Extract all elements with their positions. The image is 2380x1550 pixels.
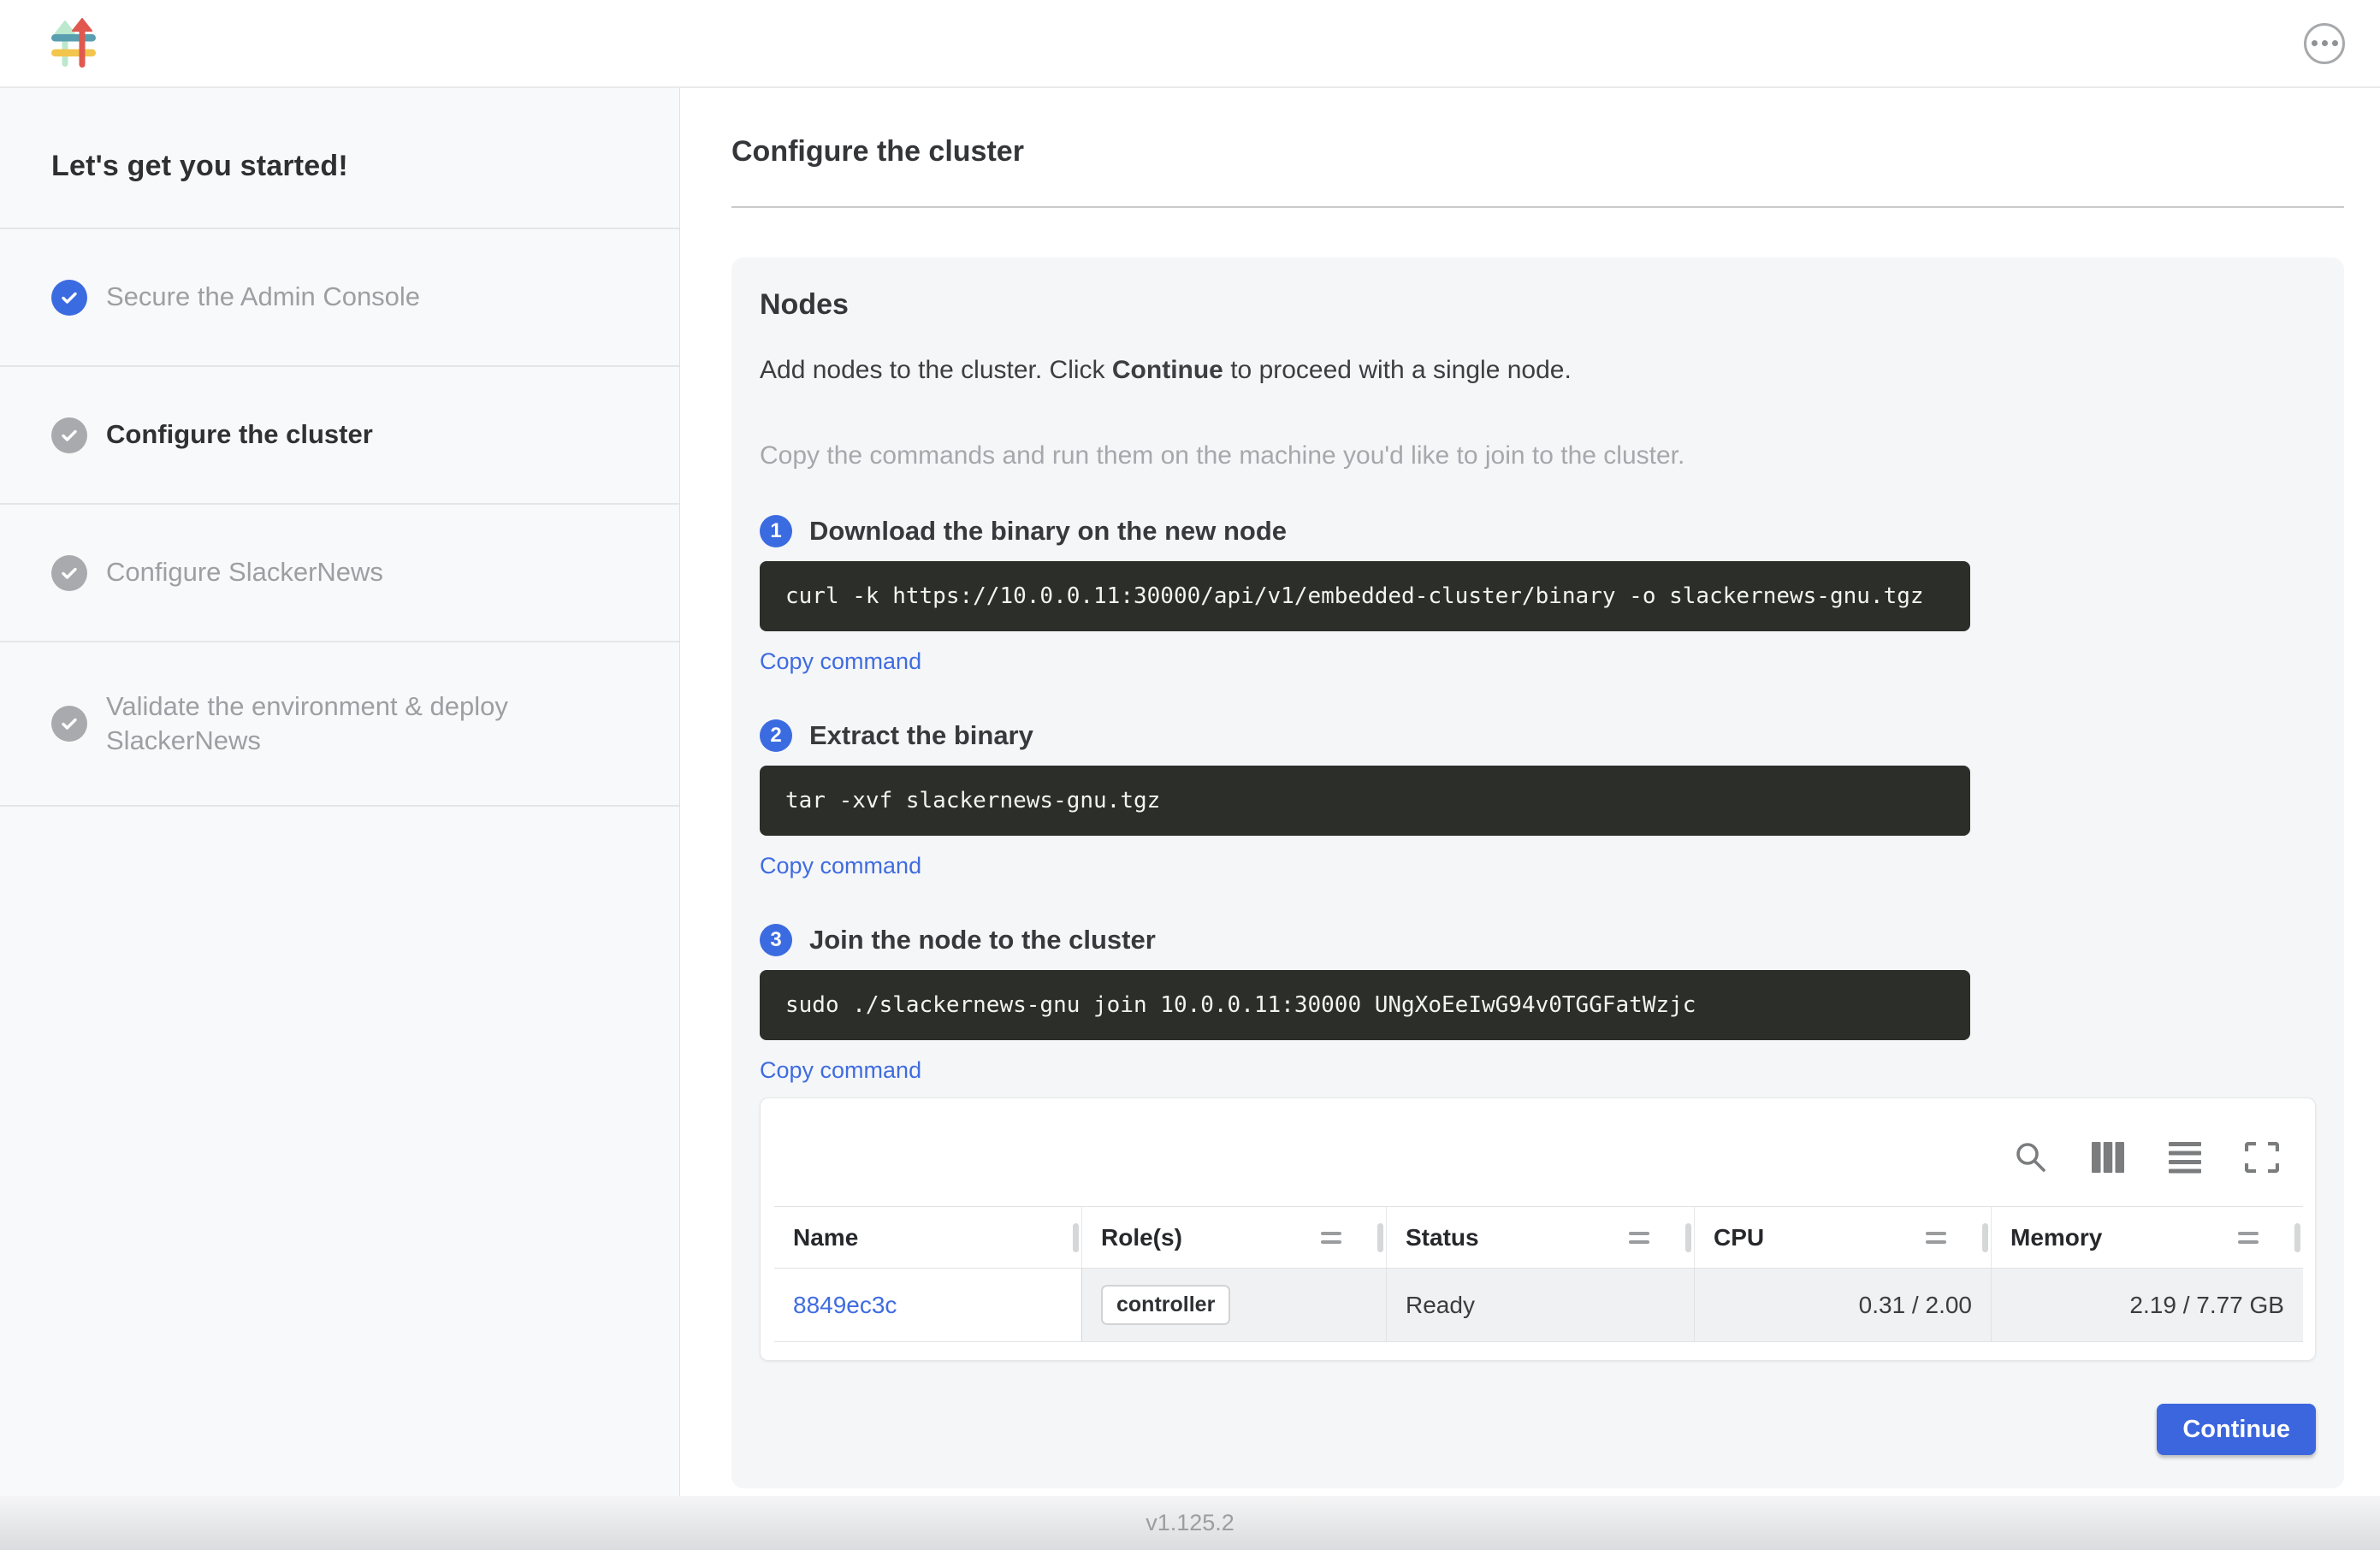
column-header-name[interactable]: Name	[774, 1207, 1082, 1268]
fullscreen-icon[interactable]	[2243, 1139, 2281, 1176]
app-header	[0, 0, 2380, 88]
sidebar-step-validate-deploy: Validate the environment & deploy Slacke…	[0, 642, 679, 807]
sidebar-step-secure-admin-console: Secure the Admin Console	[0, 229, 679, 367]
nodes-card: Nodes Add nodes to the cluster. Click Co…	[731, 257, 2344, 1488]
check-circle-complete-icon	[51, 280, 87, 316]
step-1-copy-command-link[interactable]: Copy command	[760, 648, 921, 675]
column-resize-handle[interactable]	[1685, 1223, 1691, 1252]
role-chip: controller	[1101, 1285, 1230, 1325]
column-header-cpu[interactable]: CPU	[1695, 1207, 1992, 1268]
search-icon[interactable]	[2012, 1139, 2050, 1176]
nodes-table: Name Role(s) Status	[774, 1206, 2303, 1360]
cell-node-name: 8849ec3c	[774, 1269, 1082, 1341]
step-2-number-badge: 2	[760, 719, 792, 752]
cell-node-roles: controller	[1082, 1269, 1387, 1341]
column-menu-icon[interactable]	[1926, 1232, 1946, 1244]
slackernews-logo-icon	[51, 18, 96, 69]
app-footer: v1.125.2	[0, 1496, 2380, 1550]
nodes-card-title: Nodes	[760, 288, 2316, 322]
cell-node-status: Ready	[1387, 1269, 1695, 1341]
sidebar-step-label: Validate the environment & deploy Slacke…	[106, 689, 602, 759]
page-title: Configure the cluster	[731, 135, 2344, 169]
column-header-memory[interactable]: Memory	[1992, 1207, 2303, 1268]
step-2-copy-command-link[interactable]: Copy command	[760, 853, 921, 879]
nodes-intro-text: Add nodes to the cluster. Click Continue…	[760, 356, 2316, 385]
column-menu-icon[interactable]	[1629, 1232, 1649, 1244]
view-columns-icon[interactable]	[2089, 1139, 2127, 1176]
step-2-command-code: tar -xvf slackernews-gnu.tgz	[760, 766, 1970, 836]
sidebar-step-configure-slackernews: Configure SlackerNews	[0, 505, 679, 642]
sidebar-step-label: Configure SlackerNews	[106, 555, 383, 589]
cell-node-cpu: 0.31 / 2.00	[1695, 1269, 1992, 1341]
check-circle-pending-icon	[51, 417, 87, 453]
column-resize-handle[interactable]	[2294, 1223, 2300, 1252]
column-resize-handle[interactable]	[1982, 1223, 1988, 1252]
sidebar-step-configure-cluster: Configure the cluster	[0, 367, 679, 505]
step-2-heading: 2 Extract the binary	[760, 719, 2316, 752]
more-options-button[interactable]	[2304, 23, 2345, 64]
density-icon[interactable]	[2166, 1139, 2204, 1176]
cell-node-memory: 2.19 / 7.77 GB	[1992, 1269, 2303, 1341]
ellipsis-icon	[2312, 40, 2318, 46]
sidebar-step-label: Secure the Admin Console	[106, 280, 420, 314]
step-3-heading: 3 Join the node to the cluster	[760, 924, 2316, 956]
continue-button[interactable]: Continue	[2157, 1404, 2316, 1455]
setup-steps-sidebar: Let's get you started! Secure the Admin …	[0, 88, 680, 1496]
divider	[731, 206, 2344, 208]
column-menu-icon[interactable]	[2238, 1232, 2259, 1244]
sidebar-title: Let's get you started!	[51, 150, 628, 183]
sidebar-step-label: Configure the cluster	[106, 417, 373, 452]
step-1-command-code: curl -k https://10.0.0.11:30000/api/v1/e…	[760, 561, 1970, 631]
column-header-status[interactable]: Status	[1387, 1207, 1695, 1268]
column-resize-handle[interactable]	[1377, 1223, 1383, 1252]
version-label: v1.125.2	[1146, 1510, 1234, 1536]
step-1-heading: 1 Download the binary on the new node	[760, 515, 2316, 547]
column-menu-icon[interactable]	[1321, 1232, 1341, 1244]
check-circle-pending-icon	[51, 706, 87, 742]
copy-commands-hint: Copy the commands and run them on the ma…	[760, 441, 2316, 470]
table-toolbar	[761, 1098, 2315, 1206]
main-content: Configure the cluster Nodes Add nodes to…	[680, 88, 2380, 1496]
table-row-node: 8849ec3c controller Ready 0.31 / 2.00 2.…	[774, 1269, 2303, 1342]
column-header-roles[interactable]: Role(s)	[1082, 1207, 1387, 1268]
table-footer-spacer	[774, 1342, 2303, 1360]
column-resize-handle[interactable]	[1073, 1223, 1079, 1252]
table-header-row: Name Role(s) Status	[774, 1206, 2303, 1269]
check-circle-pending-icon	[51, 555, 87, 591]
step-1-number-badge: 1	[760, 515, 792, 547]
nodes-table-card: Name Role(s) Status	[760, 1097, 2316, 1361]
step-3-copy-command-link[interactable]: Copy command	[760, 1057, 921, 1084]
step-3-command-code: sudo ./slackernews-gnu join 10.0.0.11:30…	[760, 970, 1970, 1040]
step-3-number-badge: 3	[760, 924, 792, 956]
node-name-link[interactable]: 8849ec3c	[793, 1292, 897, 1319]
